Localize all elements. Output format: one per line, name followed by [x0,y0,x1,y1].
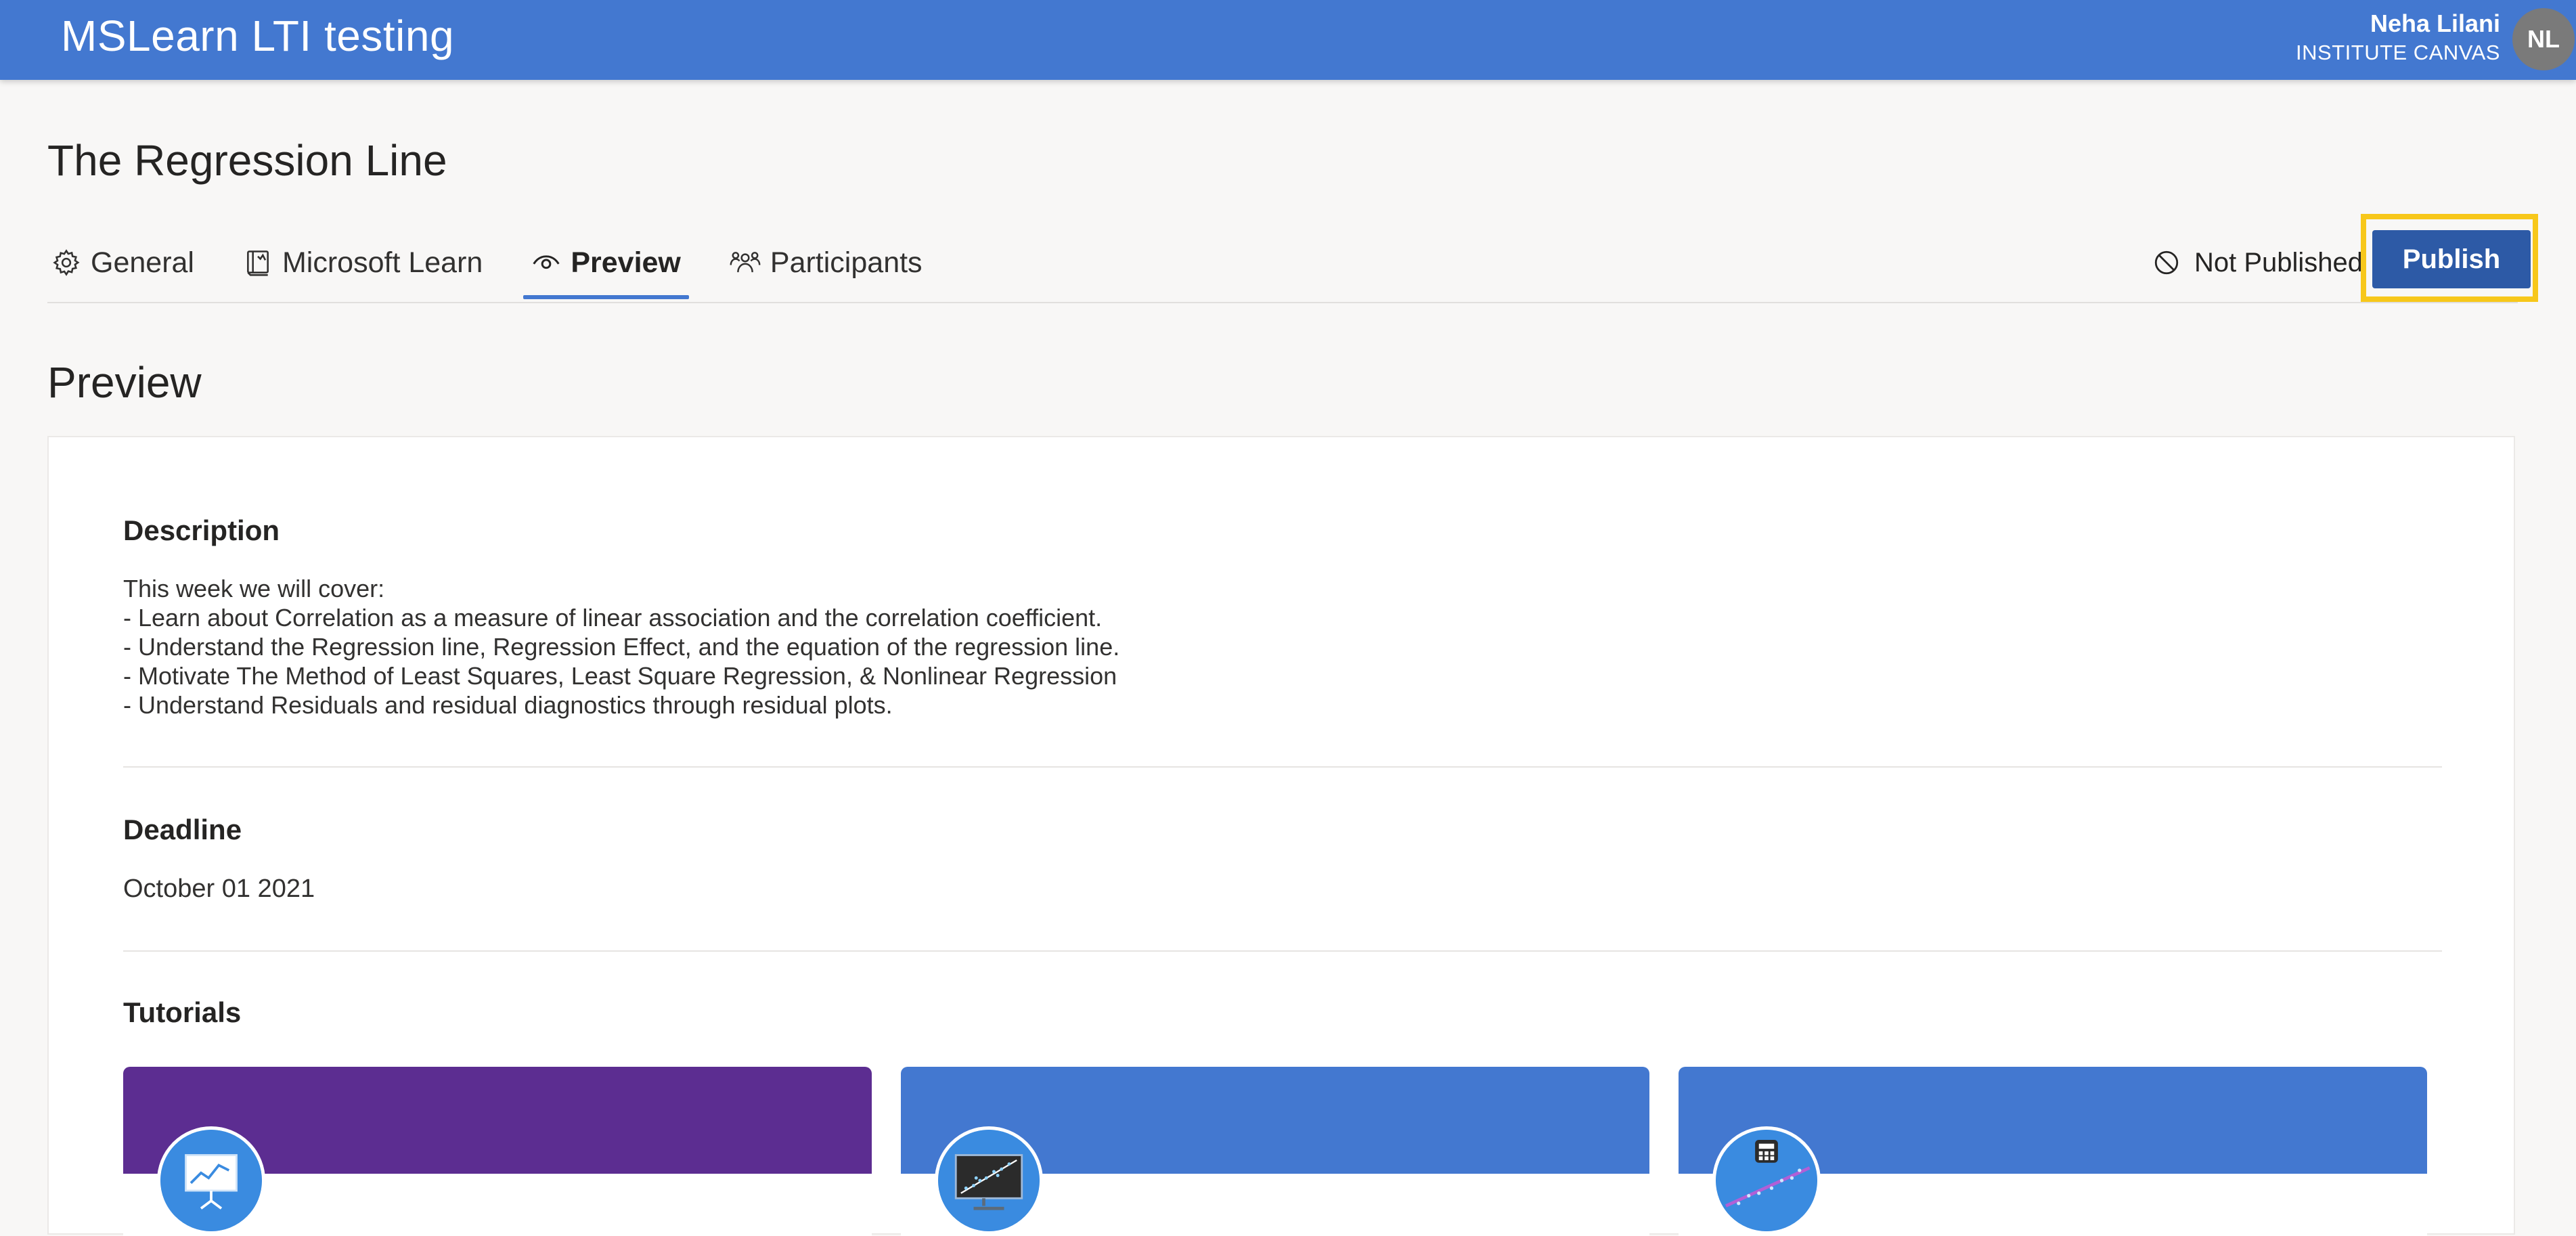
gear-icon [53,249,80,276]
map-book-icon [247,250,269,276]
tab-label: Participants [770,246,923,279]
deadline-heading: Deadline [123,814,242,845]
user-info[interactable]: Neha Lilani INSTITUTE CANVAS [2296,8,2500,66]
top-bar: MSLearn LTI testing Neha Lilani INSTITUT… [0,0,2576,80]
tab-participants[interactable]: Participants [726,237,927,288]
tab-general[interactable]: General [47,237,198,288]
tab-label: Preview [571,246,681,279]
description-line: - Learn about Correlation as a measure o… [123,604,1103,632]
people-icon [730,252,761,273]
tab-microsoft-learn[interactable]: Microsoft Learn [239,237,487,288]
tabs-divider [47,302,2518,303]
blocked-icon [2154,250,2179,275]
monitor-scatter-icon [935,1126,1043,1235]
section-divider [123,950,2442,952]
app-title[interactable]: MSLearn LTI testing [61,11,454,61]
eye-icon [533,255,560,269]
tutorials-heading: Tutorials [123,996,242,1028]
calculator-regression-icon [1712,1126,1821,1235]
section-divider [123,766,2442,768]
page-title: The Regression Line [47,136,447,185]
section-title: Preview [47,358,202,407]
tutorial-card[interactable] [901,1067,1649,1236]
tutorial-card[interactable] [1679,1067,2427,1236]
publish-button[interactable]: Publish [2372,230,2531,288]
publish-status: Not Published [2152,237,2363,288]
tab-label: Microsoft Learn [282,246,483,279]
description-line: - Motivate The Method of Least Squares, … [123,662,1117,690]
description-heading: Description [123,514,280,546]
tutorial-card[interactable] [123,1067,872,1236]
deadline-value: October 01 2021 [123,875,315,903]
tab-preview[interactable]: Preview [523,237,689,299]
tab-label: General [91,246,194,279]
user-name: Neha Lilani [2370,9,2500,37]
description-line: - Understand the Regression line, Regres… [123,633,1120,661]
user-organization: INSTITUTE CANVAS [2296,41,2500,64]
preview-card: Description This week we will cover: - L… [47,436,2515,1236]
description-line: This week we will cover: [123,575,385,602]
presentation-chart-icon [157,1126,265,1235]
tab-bar: General Microsoft Learn Preview Particip… [47,237,967,302]
description-line: - Understand Residuals and residual diag… [123,691,893,719]
avatar[interactable]: NL [2512,8,2575,70]
description-text: This week we will cover: - Learn about C… [123,574,1119,720]
status-label: Not Published [2194,247,2363,278]
